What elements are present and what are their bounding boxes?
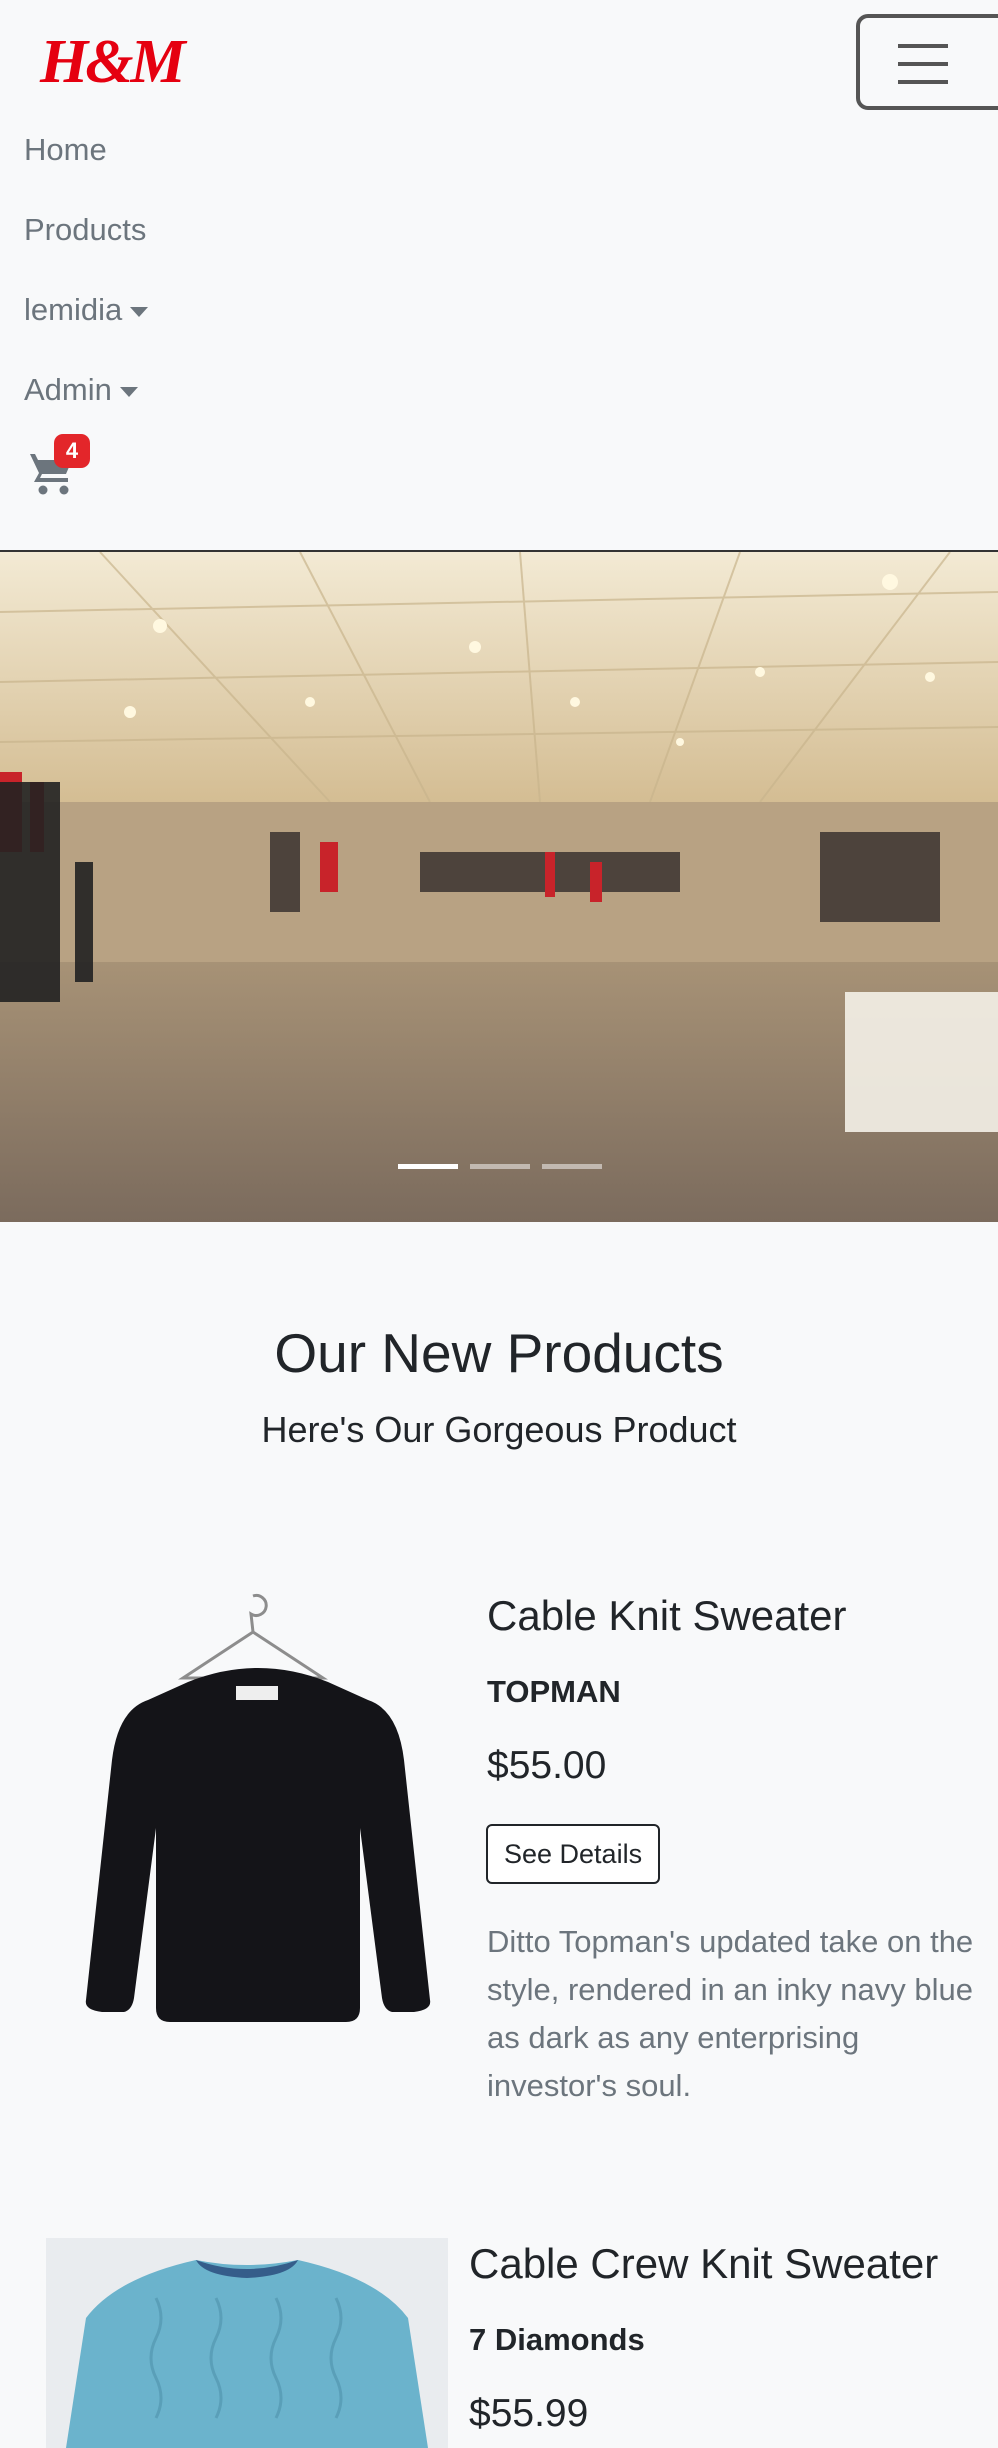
carousel-indicators bbox=[0, 1164, 998, 1170]
nav-item-home[interactable]: Home bbox=[24, 130, 107, 170]
product-price: $55.99 bbox=[469, 2392, 589, 2435]
navbar: H&M Home Products lemidia Admin 4 bbox=[0, 0, 998, 552]
product-brand: 7 Diamonds bbox=[469, 2322, 645, 2357]
product-image-sweater-blue[interactable] bbox=[46, 2238, 448, 2448]
caret-down-icon bbox=[130, 306, 149, 317]
nav-item-lemidia-dropdown[interactable]: lemidia bbox=[24, 290, 149, 330]
carousel-indicator-1[interactable] bbox=[398, 1164, 458, 1169]
section-subtitle: Here's Our Gorgeous Product bbox=[261, 1409, 737, 1450]
caret-down-icon bbox=[119, 386, 138, 397]
product-image-sweater-black[interactable] bbox=[78, 1590, 436, 2060]
nav-item-label: lemidia bbox=[24, 292, 123, 327]
nav-item-products[interactable]: Products bbox=[24, 210, 146, 250]
carousel-indicator-3[interactable] bbox=[542, 1164, 602, 1169]
carousel-indicator-2[interactable] bbox=[470, 1164, 530, 1169]
section-title: Our New Products bbox=[274, 1322, 724, 1384]
product-brand: TOPMAN bbox=[487, 1674, 621, 1709]
see-details-button[interactable]: See Details bbox=[486, 1824, 661, 1884]
brand-logo[interactable]: H&M bbox=[40, 20, 186, 104]
product-price: $55.00 bbox=[487, 1744, 607, 1787]
hero-carousel[interactable] bbox=[0, 550, 998, 1222]
store-interior-image bbox=[0, 552, 998, 1222]
product-description: Ditto Topman's updated take on the style… bbox=[487, 1924, 974, 2103]
cart-button[interactable]: 4 bbox=[24, 434, 90, 500]
nav-item-label: Admin bbox=[24, 372, 112, 407]
nav-item-admin-dropdown[interactable]: Admin bbox=[24, 370, 138, 410]
product-name[interactable]: Cable Knit Sweater bbox=[487, 1588, 847, 1644]
navbar-toggler-button[interactable] bbox=[856, 14, 998, 110]
cart-count-badge: 4 bbox=[54, 434, 90, 468]
product-name[interactable]: Cable Crew Knit Sweater bbox=[469, 2236, 938, 2292]
